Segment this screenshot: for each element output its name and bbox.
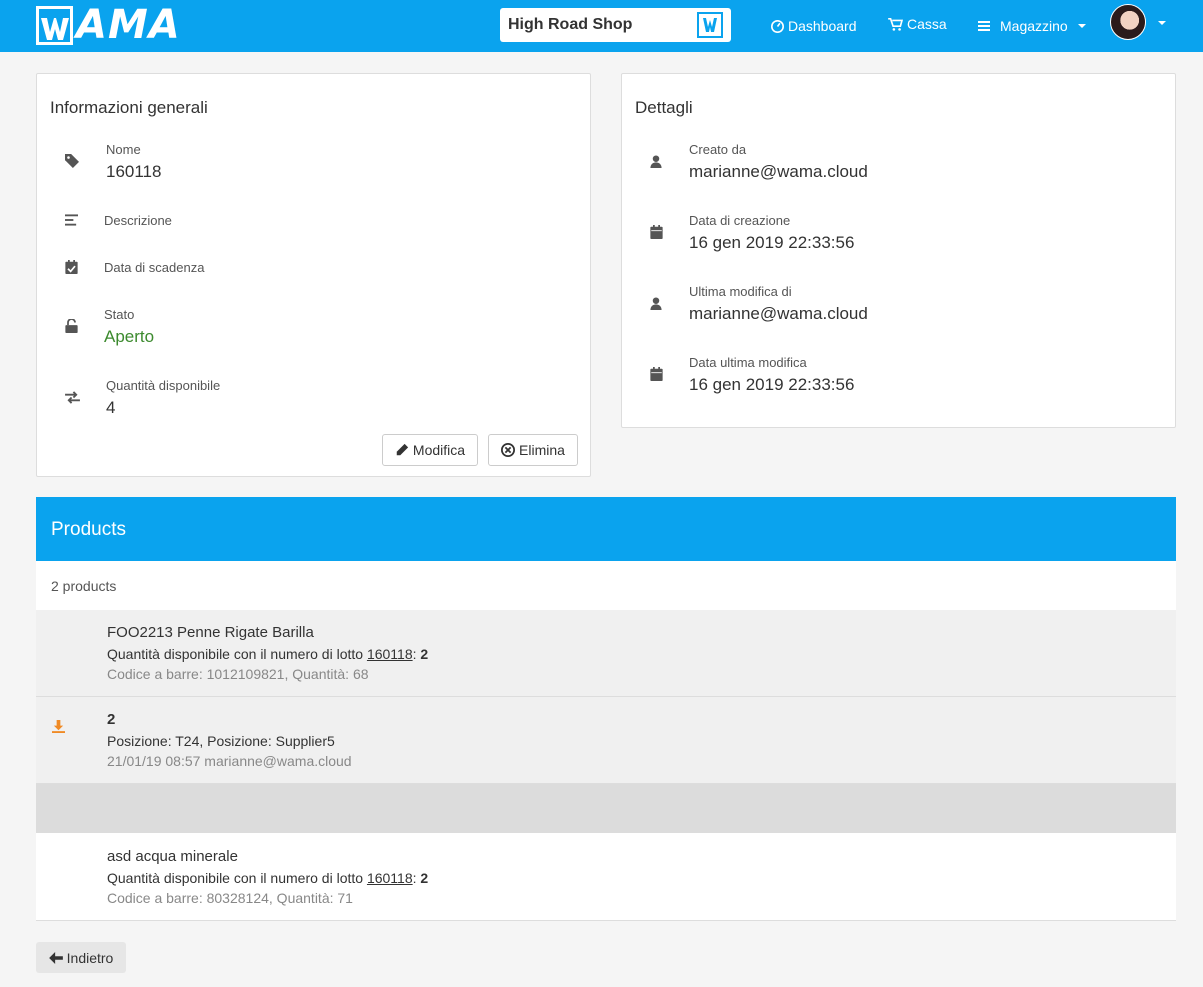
calendar-check-icon xyxy=(63,259,79,275)
nome-label: Nome xyxy=(106,142,141,157)
tachometer-icon xyxy=(771,19,784,33)
nav-cassa[interactable]: Cassa xyxy=(888,0,947,50)
details-title: Dettagli xyxy=(635,98,693,117)
chevron-down-icon xyxy=(1077,24,1086,28)
arrow-left-icon xyxy=(48,951,63,964)
calendar-icon xyxy=(648,366,664,382)
shop-selector[interactable]: High Road Shop xyxy=(500,8,731,42)
w-logo-icon xyxy=(40,18,69,40)
quantita-label: Quantità disponibile xyxy=(106,378,221,393)
product-lot-line: Quantità disponibile con il numero di lo… xyxy=(107,870,428,886)
ultima-value: 16 gen 2019 22:33:56 xyxy=(689,375,855,394)
bars-icon xyxy=(978,21,990,31)
lot-prefix: Quantità disponibile con il numero di lo… xyxy=(107,870,364,886)
edit-button-label: Modifica xyxy=(412,442,466,458)
nav-magazzino-label: Magazzino xyxy=(1000,18,1068,34)
user-icon xyxy=(648,295,664,311)
nav-magazzino[interactable]: Magazzino xyxy=(978,0,1086,52)
product-barcode: Codice a barre: 80328124, Quantità: 71 xyxy=(107,890,353,906)
tag-icon xyxy=(64,153,80,169)
exchange-icon xyxy=(64,389,80,405)
nome-value: 160118 xyxy=(106,162,162,181)
product-name: asd acqua minerale xyxy=(107,848,238,865)
quantita-value: 4 xyxy=(106,398,116,417)
modifica-label: Ultima modifica di xyxy=(689,284,792,299)
scadenza-label: Data di scadenza xyxy=(104,260,205,275)
nav-dashboard-label: Dashboard xyxy=(788,18,857,34)
product-row[interactable]: asd acqua minerale Quantità disponibile … xyxy=(36,833,1176,921)
back-button[interactable]: Indietro xyxy=(36,942,126,973)
descrizione-label: Descrizione xyxy=(104,213,172,228)
creazione-label: Data di creazione xyxy=(689,213,791,228)
avatar-chevron-down-icon[interactable] xyxy=(1158,21,1166,25)
product-lot-line: Quantità disponibile con il numero di lo… xyxy=(107,646,428,662)
delete-button-label: Elimina xyxy=(519,442,565,458)
movement-qty: 2 xyxy=(107,711,116,728)
products-title: Products xyxy=(51,519,126,540)
separator-row xyxy=(36,784,1176,833)
stato-label: Stato xyxy=(104,307,135,322)
navbar: AMA High Road Shop Dashboard Cassa Magaz… xyxy=(0,0,1203,52)
products-count: 2 products xyxy=(51,578,117,594)
logo-mark xyxy=(36,6,73,45)
movement-row[interactable]: 2 Posizione: T24, Posizione: Supplier5 2… xyxy=(36,697,1176,784)
logo-text: AMA xyxy=(76,2,181,48)
products-header: Products xyxy=(36,497,1176,561)
wama-logo[interactable]: AMA xyxy=(36,2,181,48)
nav-cassa-label: Cassa xyxy=(907,16,947,32)
product-barcode: Codice a barre: 1012109821, Quantità: 68 xyxy=(107,666,369,682)
align-left-icon xyxy=(63,212,79,228)
unlock-icon xyxy=(63,318,79,334)
edit-button[interactable]: Modifica xyxy=(382,434,478,466)
product-row[interactable]: FOO2213 Penne Rigate Barilla Quantità di… xyxy=(36,610,1176,697)
product-name: FOO2213 Penne Rigate Barilla xyxy=(107,624,314,641)
modifica-value: marianne@wama.cloud xyxy=(689,304,868,323)
shop-badge-icon xyxy=(697,12,723,38)
calendar-icon xyxy=(648,224,664,240)
download-icon xyxy=(52,720,65,736)
lot-link[interactable]: 160118 xyxy=(367,870,413,886)
creato-value: marianne@wama.cloud xyxy=(689,162,868,181)
lot-link[interactable]: 160118 xyxy=(367,646,413,662)
user-icon xyxy=(648,153,664,169)
lot-separator: : xyxy=(412,870,417,886)
lot-prefix: Quantità disponibile con il numero di lo… xyxy=(107,646,364,662)
general-info-panel: Informazioni generali Nome 160118 Descri… xyxy=(36,73,591,477)
stato-value: Aperto xyxy=(104,327,155,346)
general-info-title: Informazioni generali xyxy=(50,98,208,117)
cart-icon xyxy=(888,17,903,31)
lot-qty: 2 xyxy=(420,870,429,886)
pencil-icon xyxy=(396,443,409,456)
movement-meta: 21/01/19 08:57 marianne@wama.cloud xyxy=(107,753,352,769)
delete-button[interactable]: Elimina xyxy=(488,434,578,466)
products-count-row: 2 products xyxy=(36,561,1176,610)
back-button-label: Indietro xyxy=(66,949,114,966)
lot-qty: 2 xyxy=(420,646,429,662)
details-panel: Dettagli Creato da marianne@wama.cloud D… xyxy=(621,73,1176,428)
avatar[interactable] xyxy=(1110,4,1146,40)
creazione-value: 16 gen 2019 22:33:56 xyxy=(689,233,855,252)
lot-separator: : xyxy=(412,646,417,662)
movement-position: Posizione: T24, Posizione: Supplier5 xyxy=(107,733,335,749)
ultima-label: Data ultima modifica xyxy=(689,355,807,370)
nav-dashboard[interactable]: Dashboard xyxy=(771,0,857,52)
creato-label: Creato da xyxy=(689,142,747,157)
shop-name: High Road Shop xyxy=(508,16,633,33)
times-circle-icon xyxy=(501,443,516,457)
